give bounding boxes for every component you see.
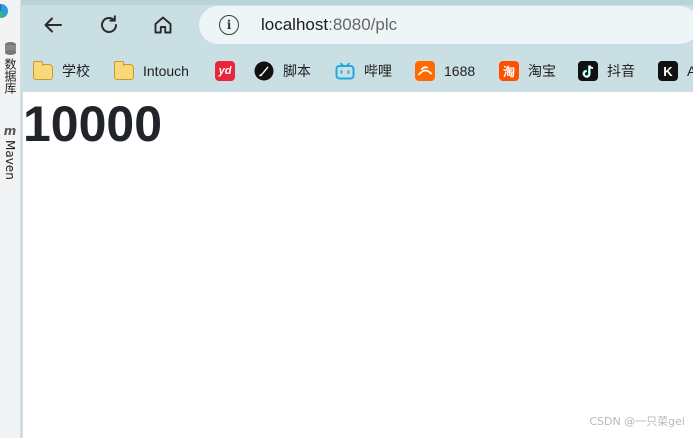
bookmark-label: Intouch [143,63,189,79]
yd-icon: yd [215,61,235,81]
plc-value: 10000 [23,96,163,152]
bookmark-script[interactable]: 脚本 [254,60,311,82]
bookmark-label: 1688 [444,63,476,79]
browser-toolbar: i localhost:8080/plc 学校 Intouch yd 脚本 哔哩… [21,0,693,92]
maven-tool-button[interactable]: m Maven [1,124,19,180]
arrow-left-icon [44,17,62,33]
bookmark-k[interactable]: K A [658,60,693,82]
window-top-edge [21,0,693,5]
home-icon [154,16,172,34]
bookmark-label: 学校 [62,63,90,79]
database-tool-label: 数据库 [3,58,17,94]
bookmark-label: 抖音 [607,63,635,79]
home-button[interactable] [147,9,179,41]
back-button[interactable] [37,9,69,41]
address-bar[interactable]: i localhost:8080/plc [199,6,693,44]
bookmark-1688[interactable]: 1688 [415,60,475,82]
url-path: :8080/plc [328,15,398,34]
csdn-watermark: CSDN @一只菜gei [589,415,685,428]
douyin-icon [578,61,598,81]
quill-icon [254,61,274,81]
bookmark-taobao[interactable]: 淘 淘宝 [499,60,556,82]
address-url[interactable]: localhost:8080/plc [261,15,397,35]
bookmark-label: 哔哩 [364,63,392,79]
bookmark-folder-school[interactable]: 学校 [32,60,90,82]
page-content: 10000 CSDN @一只菜gei [23,92,693,438]
k-icon: K [658,61,678,81]
bookmark-label: A [687,63,693,79]
taobao-icon: 淘 [499,61,519,81]
bookmark-folder-intouch[interactable]: Intouch [113,60,189,82]
url-host: localhost [261,15,329,34]
reload-icon [101,15,117,33]
ide-tool-strip: 数据库 m Maven [0,0,21,438]
bookmark-label: 淘宝 [528,63,556,79]
site-info-icon[interactable]: i [219,15,239,35]
bookmark-bilibili[interactable]: 哔哩 [335,60,392,82]
1688-icon [415,61,435,81]
maven-tool-label: Maven [3,140,17,180]
bilibili-icon [335,61,355,81]
screen: 数据库 m Maven i localhost:8080/plc 学校 Into… [0,0,693,438]
bookmark-yd[interactable]: yd [215,60,244,82]
bookmarks-bar: 学校 Intouch yd 脚本 哔哩 1688 淘 淘宝 抖音 K A [21,54,693,86]
folder-icon [113,61,134,80]
database-tool-button[interactable]: 数据库 [1,40,19,94]
reload-button[interactable] [93,9,125,41]
folder-icon [32,61,53,80]
ide-logo-icon [0,4,8,18]
bookmark-douyin[interactable]: 抖音 [578,60,635,82]
bookmark-label: 脚本 [283,63,311,79]
maven-icon: m [3,124,17,138]
database-icon [4,42,16,56]
